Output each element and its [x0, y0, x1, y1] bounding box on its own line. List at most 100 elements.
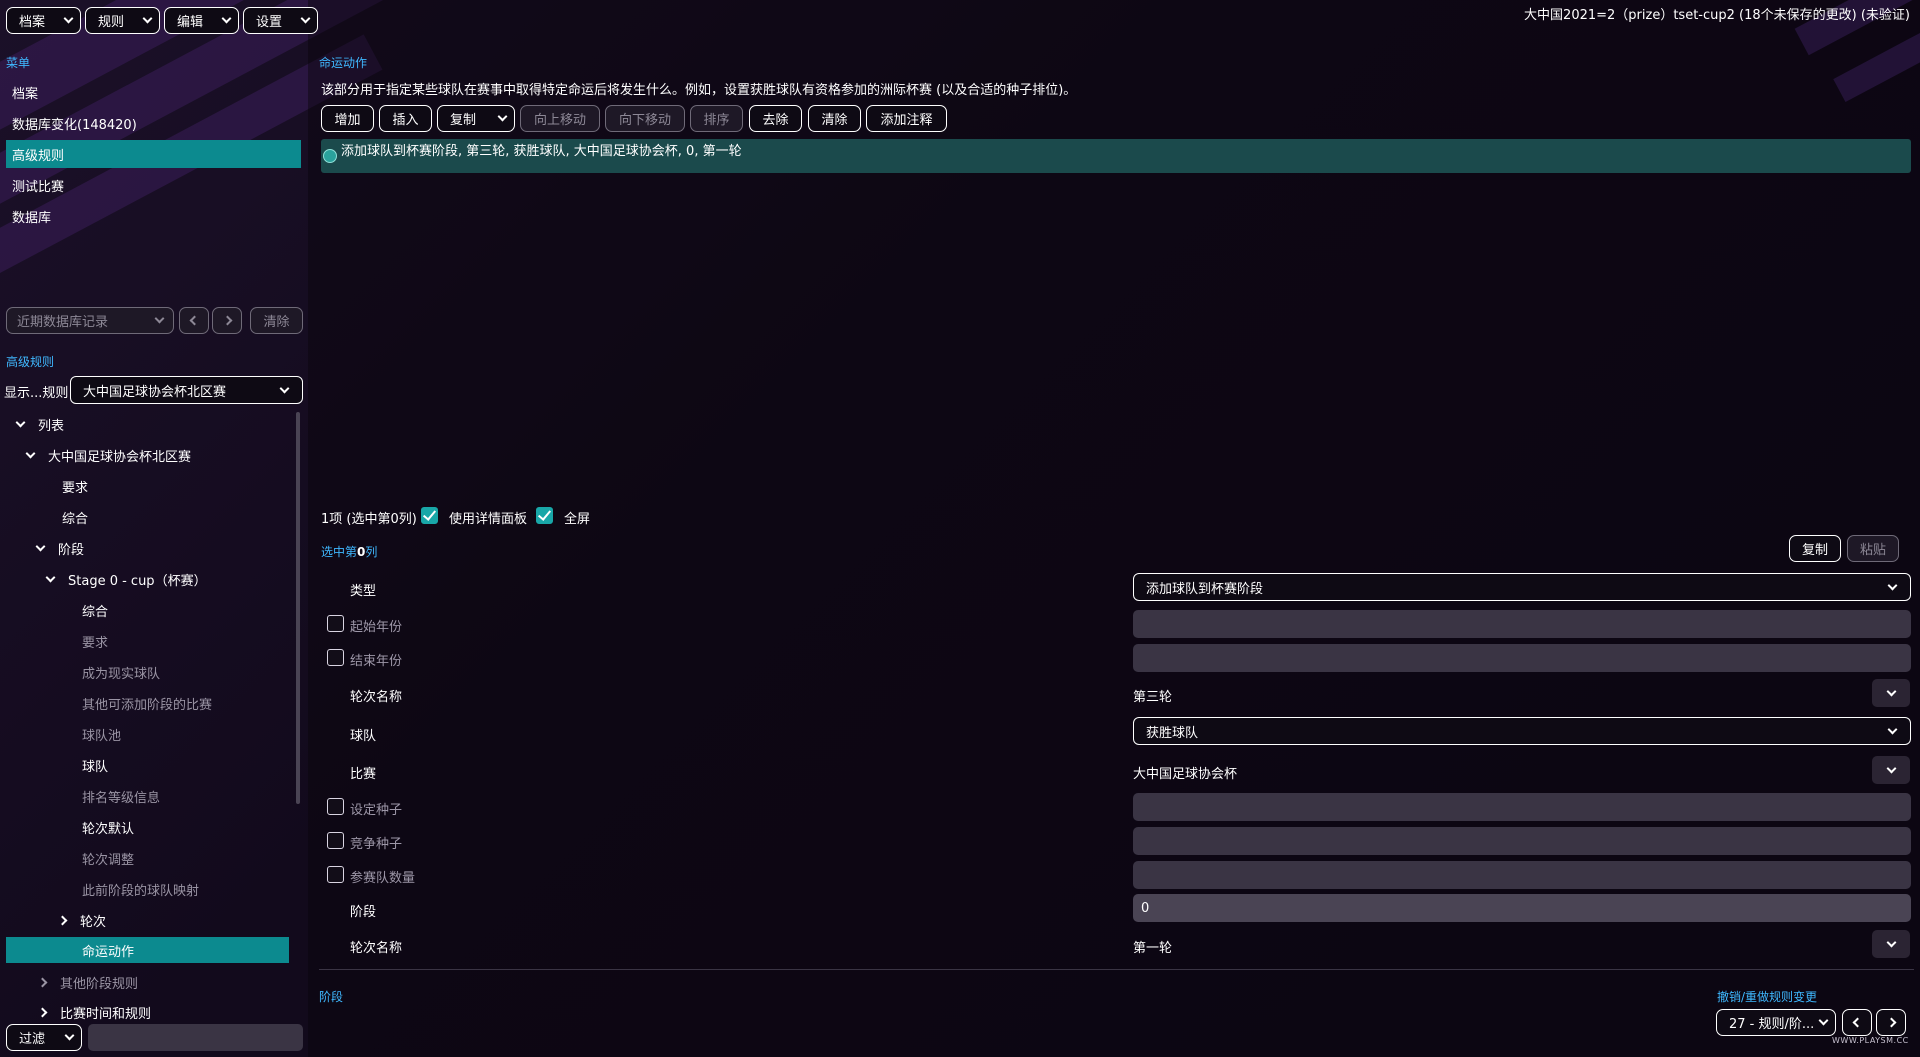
menu-settings[interactable]: 设置: [243, 7, 318, 34]
remove-button[interactable]: 去除: [749, 105, 802, 132]
use-detail-panel-label: 使用详情面板: [449, 512, 528, 527]
stage-input[interactable]: 0: [1133, 894, 1911, 922]
round-name2-dropdown[interactable]: [1872, 930, 1910, 958]
chevron-down-icon: [497, 111, 508, 122]
menu-file[interactable]: 档案: [6, 7, 81, 34]
type-label: 类型: [350, 584, 377, 599]
tree-node-other-comps[interactable]: 其他可添加阶段的比赛: [82, 690, 212, 716]
tree-label: 比赛时间和规则: [60, 1006, 152, 1022]
tree-node-competition[interactable]: 大中国足球协会杯北区赛: [24, 442, 191, 468]
tree-node-stage-general[interactable]: 综合: [82, 597, 108, 623]
tree-label: 阶段: [58, 542, 85, 558]
chevron-right-icon: [1886, 1017, 1896, 1028]
set-seed-checkbox[interactable]: [327, 798, 344, 815]
chevron-right-icon: [222, 315, 232, 326]
sidebar-item-database[interactable]: 数据库: [6, 202, 301, 230]
divider: [319, 969, 1914, 970]
tree-node-round-adjust[interactable]: 轮次调整: [82, 845, 134, 871]
menu-edit[interactable]: 编辑: [164, 7, 239, 34]
selection-status: 1项 (选中第0列): [321, 512, 417, 527]
tree-node-list[interactable]: 列表: [14, 411, 64, 437]
add-note-button[interactable]: 添加注释: [866, 105, 947, 132]
tree-node-ranking-info[interactable]: 排名等级信息: [82, 783, 160, 809]
insert-button[interactable]: 插入: [379, 105, 432, 132]
tree-node-round-defaults[interactable]: 轮次默认: [82, 814, 134, 840]
end-year-input[interactable]: [1133, 644, 1911, 672]
copy-menu-label: 复制: [450, 113, 477, 128]
chevron-down-icon: [15, 417, 25, 427]
filter-input[interactable]: [88, 1024, 303, 1051]
rules-section-title: 高级规则: [6, 355, 55, 369]
redo-button[interactable]: [1876, 1009, 1906, 1036]
chevron-left-icon: [1852, 1017, 1862, 1028]
sidebar-item-file[interactable]: 档案: [6, 78, 301, 106]
tree-node-real-team[interactable]: 成为现实球队: [82, 659, 160, 685]
tree-node-team-mapping[interactable]: 此前阶段的球队映射: [82, 876, 199, 902]
chevron-down-icon: [1887, 724, 1898, 734]
chevron-right-icon: [37, 1007, 47, 1017]
tree-node-match-time-rules[interactable]: 比赛时间和规则: [36, 999, 151, 1025]
clear-button[interactable]: 清除: [808, 105, 861, 132]
filter-button[interactable]: 过滤: [6, 1024, 82, 1051]
tree-scrollbar[interactable]: [296, 412, 300, 804]
history-select[interactable]: 近期数据库记录: [6, 307, 174, 334]
tree-node-stage0[interactable]: Stage 0 - cup（杯赛）: [44, 566, 207, 592]
history-clear-button[interactable]: 清除: [250, 307, 303, 334]
tree-node-fate-actions[interactable]: 命运动作: [6, 937, 289, 963]
sidebar-item-advanced-rules[interactable]: 高级规则: [6, 140, 301, 168]
round-name-dropdown[interactable]: [1872, 679, 1910, 707]
watermark-text: WWW.PLAYSM.CC: [1832, 1036, 1909, 1045]
undo-select[interactable]: 27 - 规则/阶...: [1716, 1009, 1836, 1036]
chevron-down-icon: [279, 383, 290, 393]
tree-node-other-stage-rules[interactable]: 其他阶段规则: [36, 969, 138, 995]
team-select[interactable]: 获胜球队: [1133, 717, 1911, 745]
history-select-label: 近期数据库记录: [17, 315, 109, 330]
sidebar-item-test-match[interactable]: 测试比赛: [6, 171, 301, 199]
detail-paste-button[interactable]: 粘贴: [1847, 535, 1899, 562]
show-rules-select[interactable]: 大中国足球协会杯北区赛: [70, 376, 303, 404]
history-forward-button[interactable]: [212, 307, 242, 334]
menu-rules[interactable]: 规则: [85, 7, 160, 34]
tree-node-general[interactable]: 综合: [62, 504, 88, 530]
start-year-checkbox[interactable]: [327, 615, 344, 632]
round-name2-value: 第一轮: [1133, 941, 1173, 956]
competition-dropdown[interactable]: [1872, 756, 1910, 784]
start-year-input[interactable]: [1133, 610, 1911, 638]
chevron-down-icon: [142, 13, 153, 24]
start-year-label: 起始年份: [350, 620, 403, 635]
move-up-button[interactable]: 向上移动: [520, 105, 600, 132]
tree-node-requirements[interactable]: 要求: [62, 473, 88, 499]
competition-value: 大中国足球协会杯: [1133, 767, 1238, 782]
type-value: 添加球队到杯赛阶段: [1146, 581, 1264, 597]
set-seed-input[interactable]: [1133, 793, 1911, 821]
history-back-button[interactable]: [179, 307, 209, 334]
move-down-button[interactable]: 向下移动: [605, 105, 685, 132]
tree-node-stage-requirements[interactable]: 要求: [82, 628, 108, 654]
competition-label: 比赛: [350, 767, 377, 782]
team-value: 获胜球队: [1146, 725, 1199, 741]
num-teams-input[interactable]: [1133, 861, 1911, 889]
chevron-down-icon: [64, 1030, 75, 1041]
sort-button[interactable]: 排序: [690, 105, 743, 132]
copy-menu-button[interactable]: 复制: [437, 105, 515, 132]
list-item[interactable]: 添加球队到杯赛阶段, 第三轮, 获胜球队, 大中国足球协会杯, 0, 第一轮: [321, 139, 1911, 173]
type-select[interactable]: 添加球队到杯赛阶段: [1133, 573, 1911, 601]
chevron-right-icon: [57, 915, 67, 925]
use-detail-panel-checkbox[interactable]: [421, 507, 438, 524]
compete-seed-checkbox[interactable]: [327, 832, 344, 849]
set-seed-label: 设定种子: [350, 803, 403, 818]
tree-label: 轮次: [80, 914, 107, 930]
fullscreen-label: 全屏: [564, 512, 591, 527]
tree-node-rounds[interactable]: 轮次: [56, 907, 106, 933]
tree-node-stages[interactable]: 阶段: [34, 535, 84, 561]
sidebar-item-db-changes[interactable]: 数据库变化(148420): [6, 109, 301, 137]
end-year-checkbox[interactable]: [327, 649, 344, 666]
add-button[interactable]: 增加: [321, 105, 374, 132]
num-teams-checkbox[interactable]: [327, 866, 344, 883]
tree-node-team-pool[interactable]: 球队池: [82, 721, 121, 747]
undo-button[interactable]: [1842, 1009, 1872, 1036]
tree-node-teams[interactable]: 球队: [82, 752, 108, 778]
detail-copy-button[interactable]: 复制: [1789, 535, 1841, 562]
compete-seed-input[interactable]: [1133, 827, 1911, 855]
fullscreen-checkbox[interactable]: [536, 507, 553, 524]
